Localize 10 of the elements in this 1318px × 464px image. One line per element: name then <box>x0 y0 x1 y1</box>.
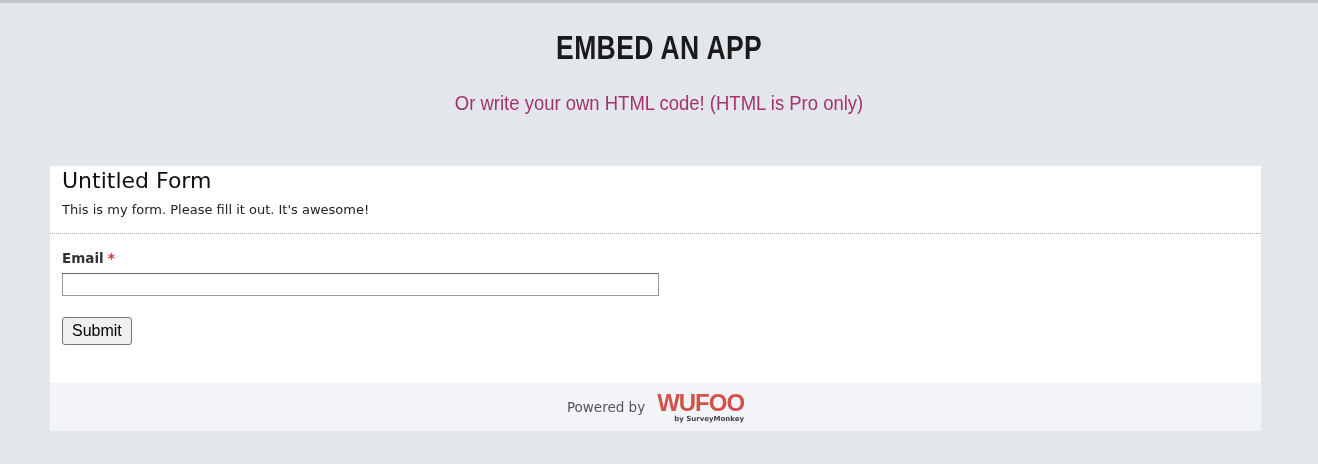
page-subtitle: Or write your own HTML code! (HTML is Pro only) <box>454 90 864 116</box>
form-description: This is my form. Please fill it out. It's awesome! <box>62 200 371 219</box>
submit-button[interactable]: Submit <box>62 317 132 346</box>
logo-wordmark[interactable]: WUFOO <box>657 391 745 416</box>
field-label: Email <box>62 250 104 266</box>
page-title: EMBED AN APP <box>555 27 762 67</box>
powered-by-text: Powered by <box>566 398 646 418</box>
email-field[interactable] <box>62 273 659 297</box>
form-title: Untitled Form <box>62 167 213 194</box>
required-mark: * <box>107 250 115 266</box>
